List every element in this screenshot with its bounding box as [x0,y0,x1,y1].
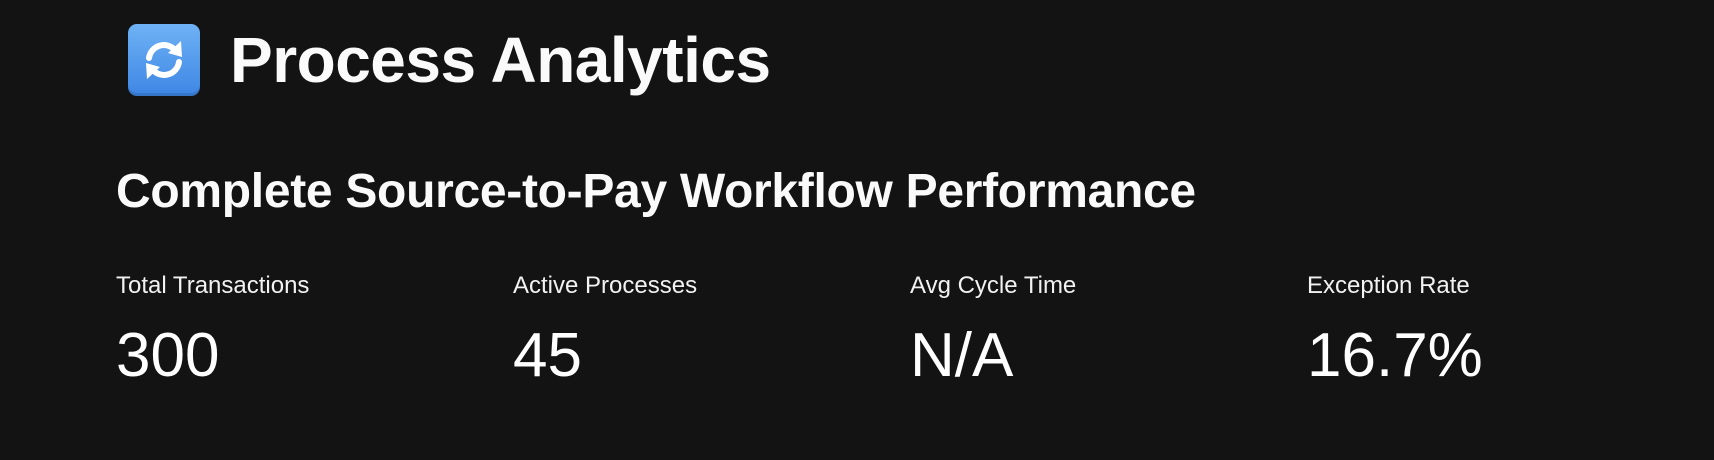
metric-active-processes: Active Processes 45 [513,272,910,388]
section-subtitle: Complete Source-to-Pay Workflow Performa… [116,165,1196,218]
metric-label: Total Transactions [116,272,310,299]
metric-label: Exception Rate [1307,272,1470,299]
page-header: Process Analytics [128,22,771,98]
metric-label: Avg Cycle Time [910,272,1077,299]
page-title: Process Analytics [230,24,771,96]
refresh-arrows-icon [128,24,200,96]
metric-avg-cycle-time: Avg Cycle Time N/A [910,272,1307,388]
metric-exception-rate: Exception Rate 16.7% [1307,272,1704,388]
metric-label: Active Processes [513,272,698,299]
metric-value: 16.7% [1307,321,1483,390]
metrics-row: Total Transactions 300 Active Processes … [116,272,1676,388]
metric-value: N/A [910,321,1014,390]
metric-value: 300 [116,321,220,390]
metric-value: 45 [513,321,582,390]
page: Process Analytics Complete Source-to-Pay… [0,0,1714,460]
metric-total-transactions: Total Transactions 300 [116,272,513,388]
